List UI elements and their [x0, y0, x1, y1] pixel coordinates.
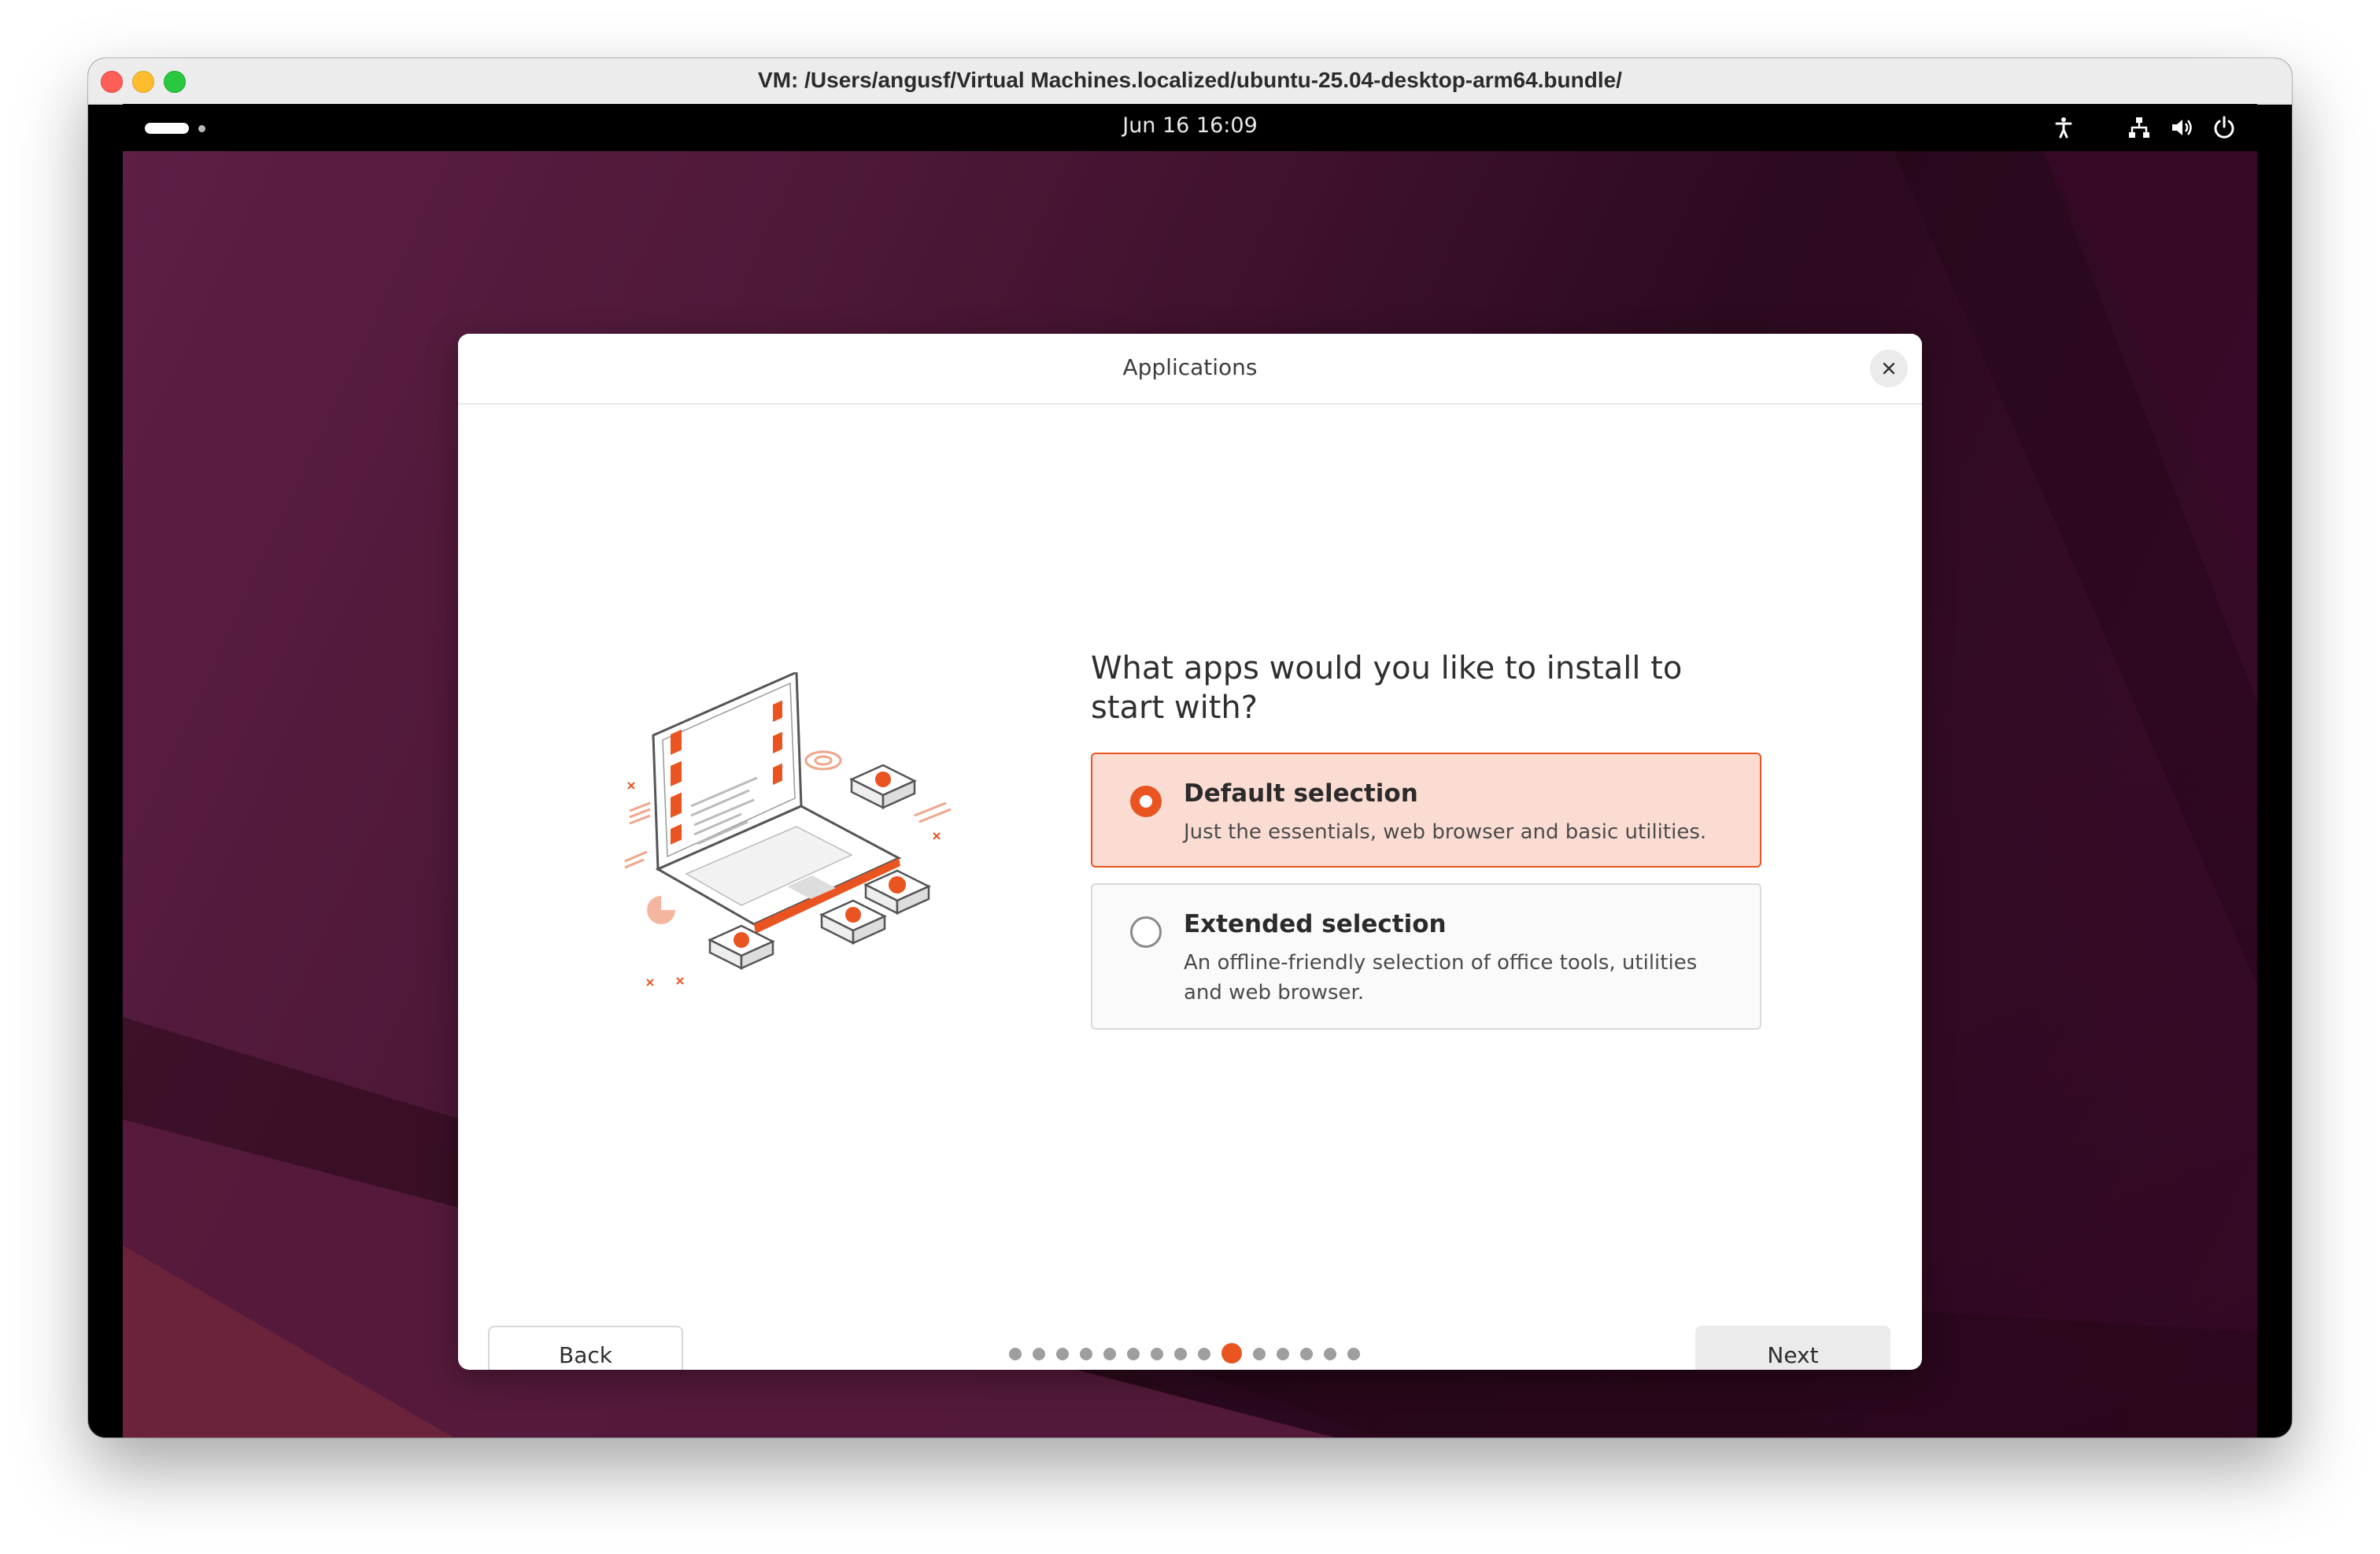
- power-icon[interactable]: [2212, 115, 2237, 140]
- gnome-top-bar: Jun 16 16:09: [123, 104, 2257, 151]
- pager-dot: [1080, 1348, 1092, 1360]
- dialog-header: Applications: [458, 334, 1922, 405]
- laptop-apps-illustration: [624, 672, 952, 986]
- pager-dot: [1151, 1348, 1163, 1360]
- option-description: Just the essentials, web browser and bas…: [1184, 820, 1707, 844]
- volume-icon[interactable]: [2169, 115, 2194, 140]
- next-button[interactable]: Next: [1695, 1326, 1890, 1370]
- clock[interactable]: Jun 16 16:09: [123, 113, 2257, 138]
- pager-dot: [1347, 1348, 1360, 1360]
- question-heading: What apps would you like to install to s…: [1091, 650, 1683, 726]
- installer-dialog: Applications What apps would you like to…: [458, 334, 1922, 1370]
- vm-window: VM: /Users/angusf/Virtual Machines.local…: [88, 58, 2292, 1437]
- back-button[interactable]: Back: [488, 1326, 683, 1370]
- window-titlebar: VM: /Users/angusf/Virtual Machines.local…: [88, 58, 2292, 105]
- pager-dot: [1103, 1348, 1116, 1360]
- radio-default-selected[interactable]: [1130, 786, 1162, 817]
- close-icon: [1883, 362, 1895, 375]
- pager-dot: [1033, 1348, 1045, 1360]
- network-icon[interactable]: [2127, 115, 2152, 140]
- pager-dot: [1300, 1348, 1313, 1360]
- option-default-selection[interactable]: Default selection Just the essentials, w…: [1091, 753, 1761, 868]
- option-title: Default selection: [1184, 779, 1418, 808]
- dialog-title: Applications: [1122, 354, 1258, 380]
- radio-extended-unselected[interactable]: [1130, 916, 1162, 948]
- option-extended-selection[interactable]: Extended selection An offline-friendly s…: [1091, 883, 1761, 1030]
- dialog-close-button[interactable]: [1870, 350, 1908, 387]
- accessibility-icon[interactable]: [2051, 115, 2076, 140]
- pager-dot: [1174, 1348, 1187, 1360]
- window-title: VM: /Users/angusf/Virtual Machines.local…: [758, 68, 1622, 92]
- option-description: An offline-friendly selection of office …: [1184, 951, 1698, 1005]
- step-indicator: [1009, 1343, 1371, 1365]
- pager-dot: [1127, 1348, 1140, 1360]
- pager-dot-active: [1221, 1343, 1242, 1363]
- option-title: Extended selection: [1184, 910, 1447, 938]
- pager-dot: [1009, 1348, 1022, 1360]
- ubuntu-desktop: Jun 16 16:09 Applications What apps woul…: [123, 104, 2257, 1437]
- pager-dot: [1253, 1348, 1266, 1360]
- pager-dot: [1324, 1348, 1336, 1360]
- pager-dot: [1277, 1348, 1289, 1360]
- pager-dot: [1056, 1348, 1069, 1360]
- pager-dot: [1198, 1348, 1210, 1360]
